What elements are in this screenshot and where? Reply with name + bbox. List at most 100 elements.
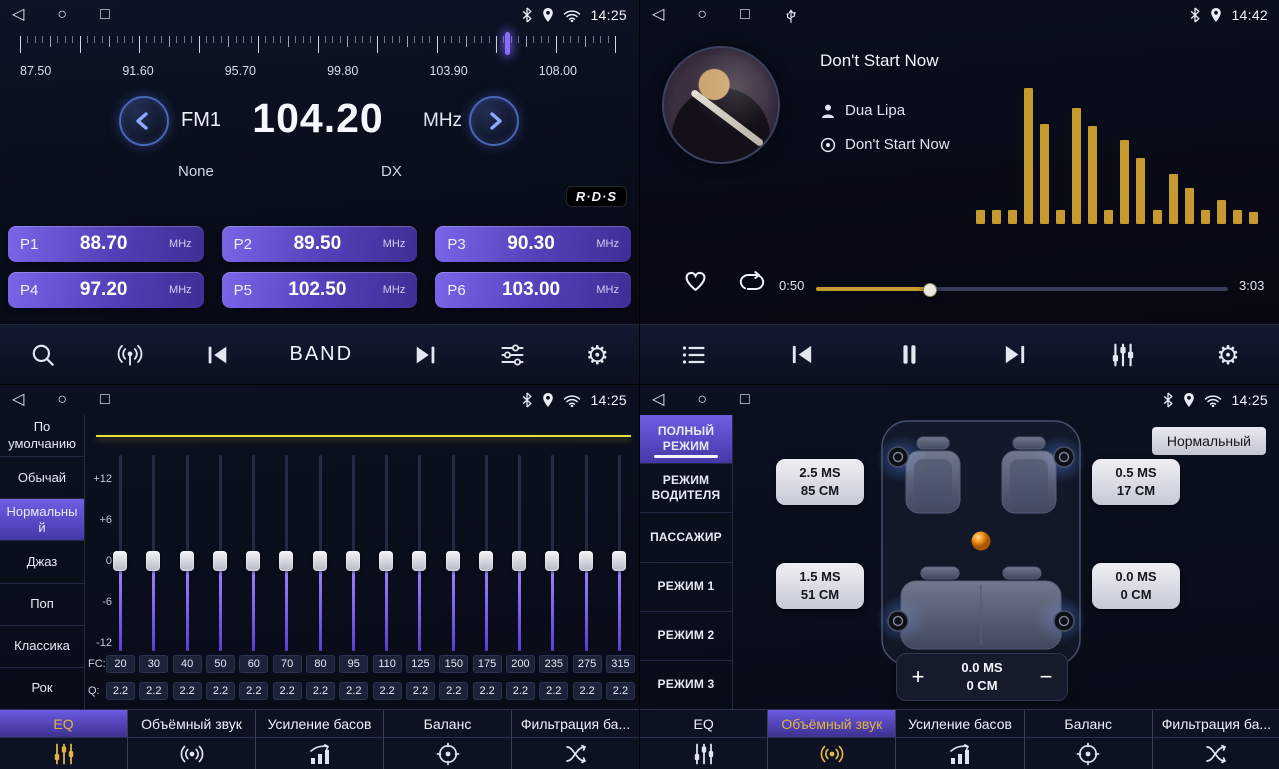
frequency-ruler[interactable] <box>20 36 617 60</box>
status-bar: ◁ ○ □ 14:25 <box>0 0 639 30</box>
eq-preset-item-selected[interactable]: Нормальный <box>0 499 84 541</box>
delay-decrease-button[interactable]: − <box>1025 665 1067 689</box>
preset-p3-button[interactable]: P3 90.30 MHz <box>435 226 631 262</box>
recents-icon[interactable]: □ <box>100 0 110 30</box>
eq-preset-item[interactable]: Рок <box>0 668 84 710</box>
previous-station-button[interactable] <box>204 342 230 368</box>
tab-bass-boost[interactable]: Усиление басов <box>895 710 1023 769</box>
eq-preset-item[interactable]: Джаз <box>0 541 84 583</box>
home-icon[interactable]: ○ <box>57 385 67 415</box>
spectrum-bar <box>1056 210 1065 224</box>
surround-mode-item[interactable]: РЕЖИМ 1 <box>640 563 732 612</box>
preset-p6-button[interactable]: P6 103.00 MHz <box>435 272 631 308</box>
eq-band-slider[interactable] <box>611 455 627 651</box>
home-icon[interactable]: ○ <box>57 0 67 30</box>
recents-icon[interactable]: □ <box>740 0 750 30</box>
tune-down-button[interactable] <box>119 96 169 146</box>
equalizer-button[interactable] <box>1110 342 1136 368</box>
settings-button[interactable]: ⚙ <box>1216 342 1239 368</box>
preset-unit: MHz <box>383 284 406 296</box>
eq-band-slider[interactable] <box>445 455 461 651</box>
eq-preset-item[interactable]: Обычай <box>0 457 84 499</box>
audio-settings-button[interactable] <box>499 343 526 367</box>
tab-filter[interactable]: Фильтрация ба... <box>1152 710 1279 769</box>
repeat-button[interactable] <box>738 270 766 297</box>
tab-bass-boost[interactable]: Усиление басов <box>255 710 383 769</box>
surround-mode-item[interactable]: РЕЖИМ 2 <box>640 612 732 661</box>
skip-next-icon <box>413 342 439 368</box>
tab-surround-sound[interactable]: Объёмный звук <box>767 710 895 769</box>
delay-rear-left[interactable]: 1.5 MS 51 CM <box>776 563 864 609</box>
pause-button[interactable] <box>896 341 922 368</box>
eq-band-slider[interactable] <box>378 455 394 651</box>
preset-label: P3 <box>447 236 465 253</box>
eq-band-slider[interactable] <box>478 455 494 651</box>
favorite-button[interactable] <box>682 270 709 297</box>
previous-track-button[interactable] <box>788 341 815 368</box>
current-frequency: 104.20 <box>228 95 408 142</box>
ruler-tick <box>437 36 438 53</box>
eq-preset-item[interactable]: Поп <box>0 584 84 626</box>
recents-icon[interactable]: □ <box>740 385 750 415</box>
preset-p4-button[interactable]: P4 97.20 MHz <box>8 272 204 308</box>
eq-band-slider[interactable] <box>179 455 195 651</box>
broadcast-button[interactable] <box>116 342 144 368</box>
surround-mode-item[interactable]: РЕЖИМ ВОДИТЕЛЯ <box>640 464 732 513</box>
back-icon[interactable]: ◁ <box>652 0 664 30</box>
scan-button[interactable] <box>30 342 56 368</box>
eq-preset-item[interactable]: По умолчанию <box>0 415 84 457</box>
preset-grid: P1 88.70 MHz P2 89.50 MHz P3 90.30 MHz P… <box>8 226 631 308</box>
eq-band-slider[interactable] <box>411 455 427 651</box>
settings-button[interactable]: ⚙ <box>586 342 609 368</box>
tab-balance[interactable]: Баланс <box>383 710 511 769</box>
surround-mode-item[interactable]: ПАССАЖИР <box>640 513 732 562</box>
delay-increase-button[interactable]: + <box>897 665 939 689</box>
preset-label: P5 <box>234 282 252 299</box>
progress-bar[interactable] <box>816 282 1228 296</box>
eq-band-slider[interactable] <box>245 455 261 651</box>
clock: 14:25 <box>590 7 627 23</box>
eq-band-slider[interactable] <box>578 455 594 651</box>
eq-band-slider[interactable] <box>112 455 128 651</box>
tab-balance[interactable]: Баланс <box>1024 710 1152 769</box>
preset-p5-button[interactable]: P5 102.50 MHz <box>222 272 418 308</box>
surround-mode-item[interactable]: РЕЖИМ 3 <box>640 661 732 710</box>
tab-eq[interactable]: EQ <box>640 710 767 769</box>
preset-p2-button[interactable]: P2 89.50 MHz <box>222 226 418 262</box>
next-station-button[interactable] <box>413 342 439 368</box>
ruler-tick <box>154 36 155 43</box>
eq-band-slider[interactable] <box>345 455 361 651</box>
recents-icon[interactable]: □ <box>100 385 110 415</box>
eq-preset-item[interactable]: Классика <box>0 626 84 668</box>
sound-profile-button[interactable]: Нормальный <box>1152 427 1266 455</box>
back-icon[interactable]: ◁ <box>12 0 24 30</box>
tune-up-button[interactable] <box>469 96 519 146</box>
eq-band-slider[interactable] <box>312 455 328 651</box>
rds-badge: R·D·S <box>566 186 627 207</box>
delay-front-right[interactable]: 0.5 MS 17 CM <box>1092 459 1180 505</box>
delay-rear-right[interactable]: 0.0 MS 0 CM <box>1092 563 1180 609</box>
band-button[interactable]: BAND <box>290 343 354 366</box>
surround-mode-item-selected[interactable]: ПОЛНЫЙ РЕЖИМ <box>640 415 732 464</box>
tab-surround-sound[interactable]: Объёмный звук <box>127 710 255 769</box>
eq-band-slider[interactable] <box>511 455 527 651</box>
next-track-button[interactable] <box>1002 341 1029 368</box>
preset-p1-button[interactable]: P1 88.70 MHz <box>8 226 204 262</box>
ruler-tick <box>42 36 43 43</box>
home-icon[interactable]: ○ <box>697 385 707 415</box>
playlist-button[interactable] <box>680 343 707 367</box>
eq-band-slider[interactable] <box>278 455 294 651</box>
back-icon[interactable]: ◁ <box>652 385 664 415</box>
progress-knob[interactable] <box>923 283 937 297</box>
ruler-tick <box>615 36 616 53</box>
filter-crossover-icon <box>564 742 588 766</box>
eq-band-slider[interactable] <box>145 455 161 651</box>
back-icon[interactable]: ◁ <box>12 385 24 415</box>
home-icon[interactable]: ○ <box>697 0 707 30</box>
tab-filter[interactable]: Фильтрация ба... <box>511 710 639 769</box>
eq-band-slider[interactable] <box>544 455 560 651</box>
tab-eq[interactable]: EQ <box>0 710 127 769</box>
preset-frequency: 97.20 <box>38 279 169 301</box>
delay-front-left[interactable]: 2.5 MS 85 CM <box>776 459 864 505</box>
eq-band-slider[interactable] <box>212 455 228 651</box>
